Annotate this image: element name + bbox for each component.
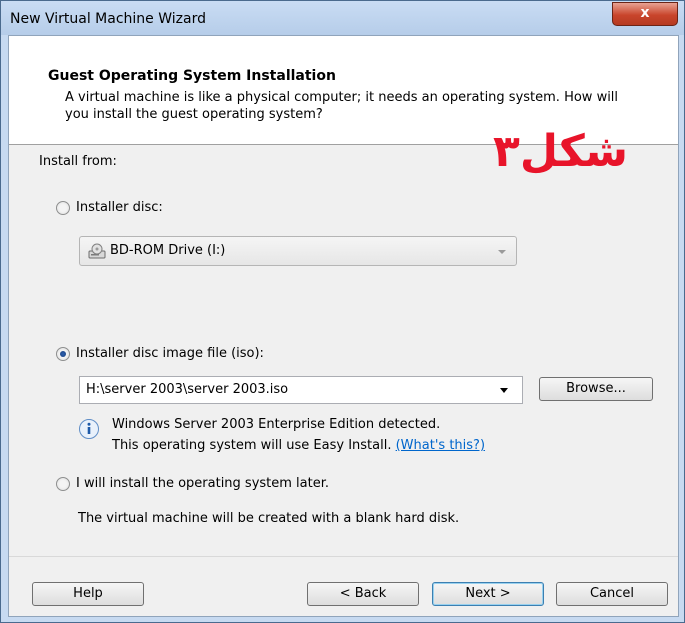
easy-install-text: This operating system will use Easy Inst… bbox=[112, 438, 485, 453]
page-description: A virtual machine is like a physical com… bbox=[65, 90, 619, 122]
install-from-label: Install from: bbox=[39, 154, 117, 169]
figure-caption-overlay: شکل۳ bbox=[493, 126, 628, 177]
installer-disc-label[interactable]: Installer disc: bbox=[76, 200, 163, 215]
cancel-button[interactable]: Cancel bbox=[556, 582, 668, 606]
whats-this-link[interactable]: (What's this?) bbox=[396, 438, 485, 453]
optical-drive-icon bbox=[88, 243, 106, 259]
installer-iso-radio[interactable] bbox=[56, 347, 70, 361]
help-button-label: Help bbox=[73, 586, 103, 601]
page-title: Guest Operating System Installation bbox=[48, 68, 336, 84]
help-button[interactable]: Help bbox=[32, 582, 144, 606]
next-button[interactable]: Next > bbox=[432, 582, 544, 606]
chevron-down-icon[interactable] bbox=[500, 388, 508, 393]
window-title: New Virtual Machine Wizard bbox=[10, 11, 206, 27]
close-icon: x bbox=[640, 5, 650, 21]
back-button[interactable]: < Back bbox=[307, 582, 419, 606]
cancel-button-label: Cancel bbox=[589, 586, 635, 601]
iso-path-value: H:\server 2003\server 2003.iso bbox=[86, 382, 289, 397]
info-icon bbox=[79, 419, 99, 439]
detected-os-text: Windows Server 2003 Enterprise Edition d… bbox=[112, 417, 441, 432]
install-later-note: The virtual machine will be created with… bbox=[78, 511, 460, 526]
back-button-label: < Back bbox=[339, 586, 387, 601]
installer-iso-label[interactable]: Installer disc image file (iso): bbox=[76, 346, 264, 361]
wizard-window: New Virtual Machine Wizard x Guest Opera… bbox=[0, 0, 685, 623]
wizard-client-area: Guest Operating System Installation A vi… bbox=[8, 35, 679, 617]
install-later-label[interactable]: I will install the operating system late… bbox=[76, 476, 329, 491]
install-later-radio[interactable] bbox=[56, 477, 70, 491]
title-bar[interactable]: New Virtual Machine Wizard x bbox=[1, 1, 684, 35]
browse-button-label: Browse... bbox=[566, 381, 626, 396]
easy-install-sentence: This operating system will use Easy Inst… bbox=[112, 438, 392, 453]
disc-drive-select[interactable]: BD-ROM Drive (I:) bbox=[79, 236, 517, 266]
iso-path-combobox[interactable]: H:\server 2003\server 2003.iso bbox=[79, 376, 523, 404]
browse-button[interactable]: Browse... bbox=[539, 377, 653, 401]
disc-drive-value: BD-ROM Drive (I:) bbox=[110, 243, 226, 258]
chevron-down-icon bbox=[498, 250, 506, 254]
close-button[interactable]: x bbox=[612, 2, 678, 26]
next-button-label: Next > bbox=[465, 586, 511, 601]
footer-divider bbox=[9, 556, 678, 557]
installer-disc-radio[interactable] bbox=[56, 201, 70, 215]
